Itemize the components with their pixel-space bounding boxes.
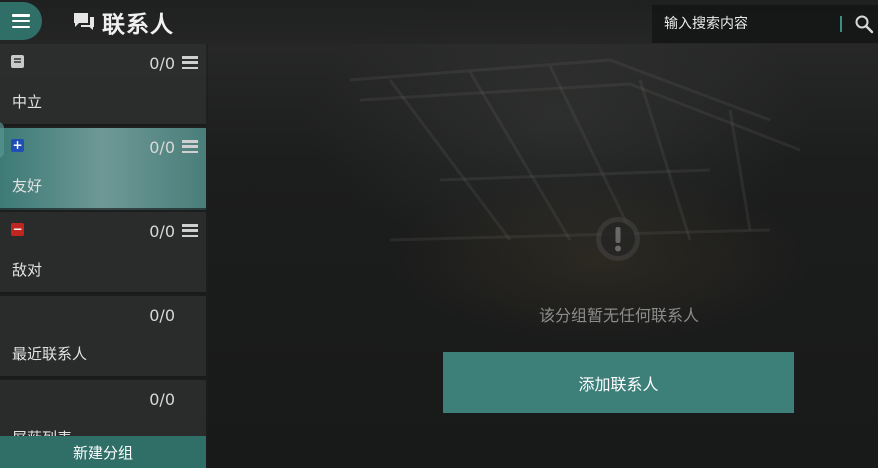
group-item-friend[interactable]: + 0/0 友好 <box>0 128 206 210</box>
page-title: 联系人 <box>102 12 174 38</box>
top-bar: 联系人 <box>0 0 878 44</box>
search-icon[interactable] <box>854 14 874 34</box>
group-name: 最近联系人 <box>12 345 88 363</box>
drag-handle-icon[interactable] <box>182 140 198 153</box>
add-contact-button[interactable]: 添加联系人 <box>443 352 794 413</box>
search-bar <box>652 5 878 43</box>
new-group-button[interactable]: 新建分组 <box>0 436 206 468</box>
group-count: 0/0 <box>149 306 175 325</box>
group-name: 敌对 <box>12 261 43 279</box>
exclamation-circle-icon <box>596 217 640 261</box>
group-count: 0/0 <box>149 54 175 73</box>
group-item-neutral[interactable]: 0/0 中立 <box>0 44 206 126</box>
search-input[interactable] <box>662 8 836 40</box>
drag-handle-icon[interactable] <box>182 56 198 69</box>
friend-plus-icon: + <box>11 138 24 152</box>
hamburger-menu-icon <box>12 14 30 28</box>
group-item-enemy[interactable]: − 0/0 敌对 <box>0 212 206 294</box>
empty-state-message: 该分组暂无任何联系人 <box>538 306 699 325</box>
group-count: 0/0 <box>149 390 175 409</box>
group-name: 友好 <box>12 177 43 195</box>
contacts-screen: 联系人 0/0 中立 + 0/0 友好 <box>0 0 878 468</box>
sidebar-edge-handle[interactable] <box>0 122 4 158</box>
search-divider <box>840 16 842 32</box>
enemy-minus-icon: − <box>11 222 24 236</box>
group-count: 0/0 <box>149 222 175 241</box>
chat-bubbles-icon <box>74 13 94 30</box>
group-name: 中立 <box>12 93 43 111</box>
group-item-recent[interactable]: 0/0 最近联系人 <box>0 296 206 378</box>
group-count: 0/0 <box>149 138 175 157</box>
menu-button[interactable] <box>0 2 42 40</box>
group-sidebar: 0/0 中立 + 0/0 友好 − 0/0 敌对 0/0 最近联系人 0/0 新… <box>0 44 208 468</box>
drag-handle-icon[interactable] <box>182 224 198 237</box>
page-heading: 联系人 <box>72 6 174 38</box>
neutral-badge-icon <box>11 55 24 68</box>
